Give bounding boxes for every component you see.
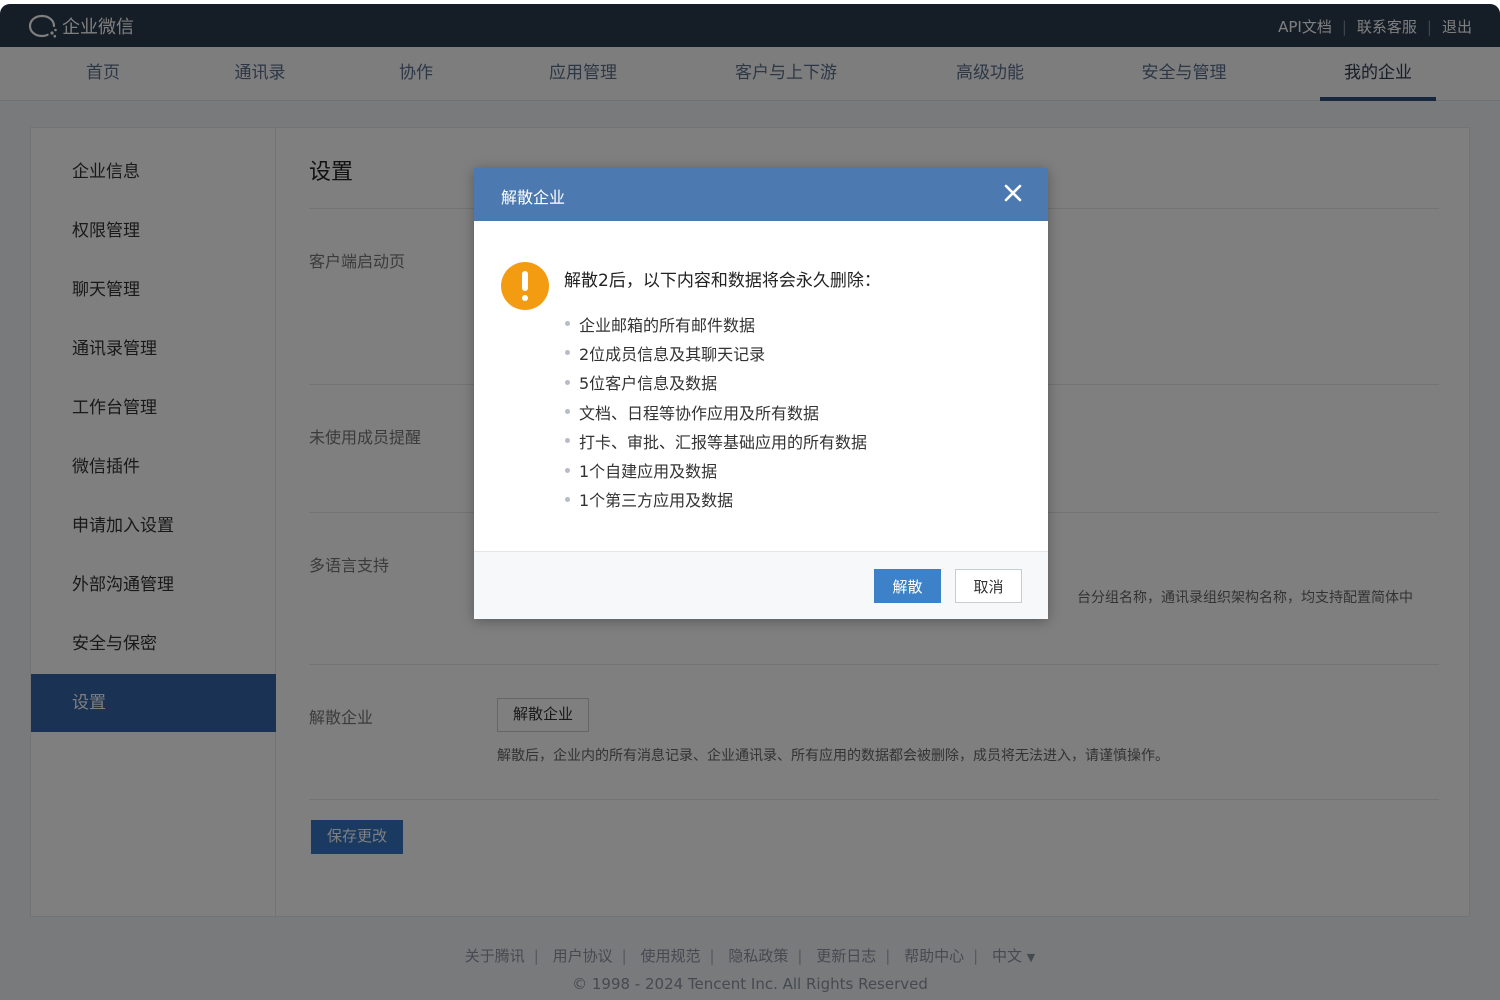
dialog-footer: 解散 取消 xyxy=(474,551,1048,619)
warning-icon xyxy=(501,262,549,310)
list-item: 文档、日程等协作应用及所有数据 xyxy=(564,397,867,426)
bullet-icon xyxy=(565,350,570,356)
dialog-title: 解散企业 xyxy=(501,188,566,207)
dialog-header: 解散企业 xyxy=(474,168,1048,221)
list-item: 1个第三方应用及数据 xyxy=(564,485,867,514)
dialog-body: 解散2后，以下内容和数据将会永久删除： 企业邮箱的所有邮件数据 2位成员信息及其… xyxy=(474,221,1048,551)
list-item: 1个自建应用及数据 xyxy=(564,455,867,484)
confirm-dissolve-button[interactable]: 解散 xyxy=(874,569,941,603)
list-item: 2位成员信息及其聊天记录 xyxy=(564,338,867,367)
list-item-text: 1个第三方应用及数据 xyxy=(579,491,734,511)
list-item: 5位客户信息及数据 xyxy=(564,368,867,397)
bullet-icon xyxy=(565,409,570,415)
list-item-text: 企业邮箱的所有邮件数据 xyxy=(579,315,756,335)
close-icon[interactable] xyxy=(1003,183,1023,203)
list-item-text: 文档、日程等协作应用及所有数据 xyxy=(579,403,820,423)
deletion-list: 企业邮箱的所有邮件数据 2位成员信息及其聊天记录 5位客户信息及数据 文档、日程… xyxy=(564,309,867,514)
list-item: 企业邮箱的所有邮件数据 xyxy=(564,309,867,338)
dialog-heading: 解散2后，以下内容和数据将会永久删除： xyxy=(564,271,881,291)
bullet-icon xyxy=(565,379,570,385)
cancel-button[interactable]: 取消 xyxy=(955,569,1022,603)
bullet-icon xyxy=(565,467,570,473)
list-item-text: 打卡、审批、汇报等基础应用的所有数据 xyxy=(579,432,868,452)
list-item: 打卡、审批、汇报等基础应用的所有数据 xyxy=(564,426,867,455)
dissolve-dialog: 解散企业 解散2后，以下内容和数据将会永久删除： 企业邮箱的所有邮件数据 2位成… xyxy=(474,168,1048,619)
list-item-text: 5位客户信息及数据 xyxy=(579,374,718,394)
app-window: 企业微信 API文档 | 联系客服 | 退出 首页 通讯录 协作 应用管理 客户… xyxy=(0,4,1500,1000)
list-item-text: 1个自建应用及数据 xyxy=(579,462,718,482)
list-item-text: 2位成员信息及其聊天记录 xyxy=(579,344,766,364)
bullet-icon xyxy=(565,321,570,327)
bullet-icon xyxy=(565,438,570,444)
bullet-icon xyxy=(565,496,570,502)
